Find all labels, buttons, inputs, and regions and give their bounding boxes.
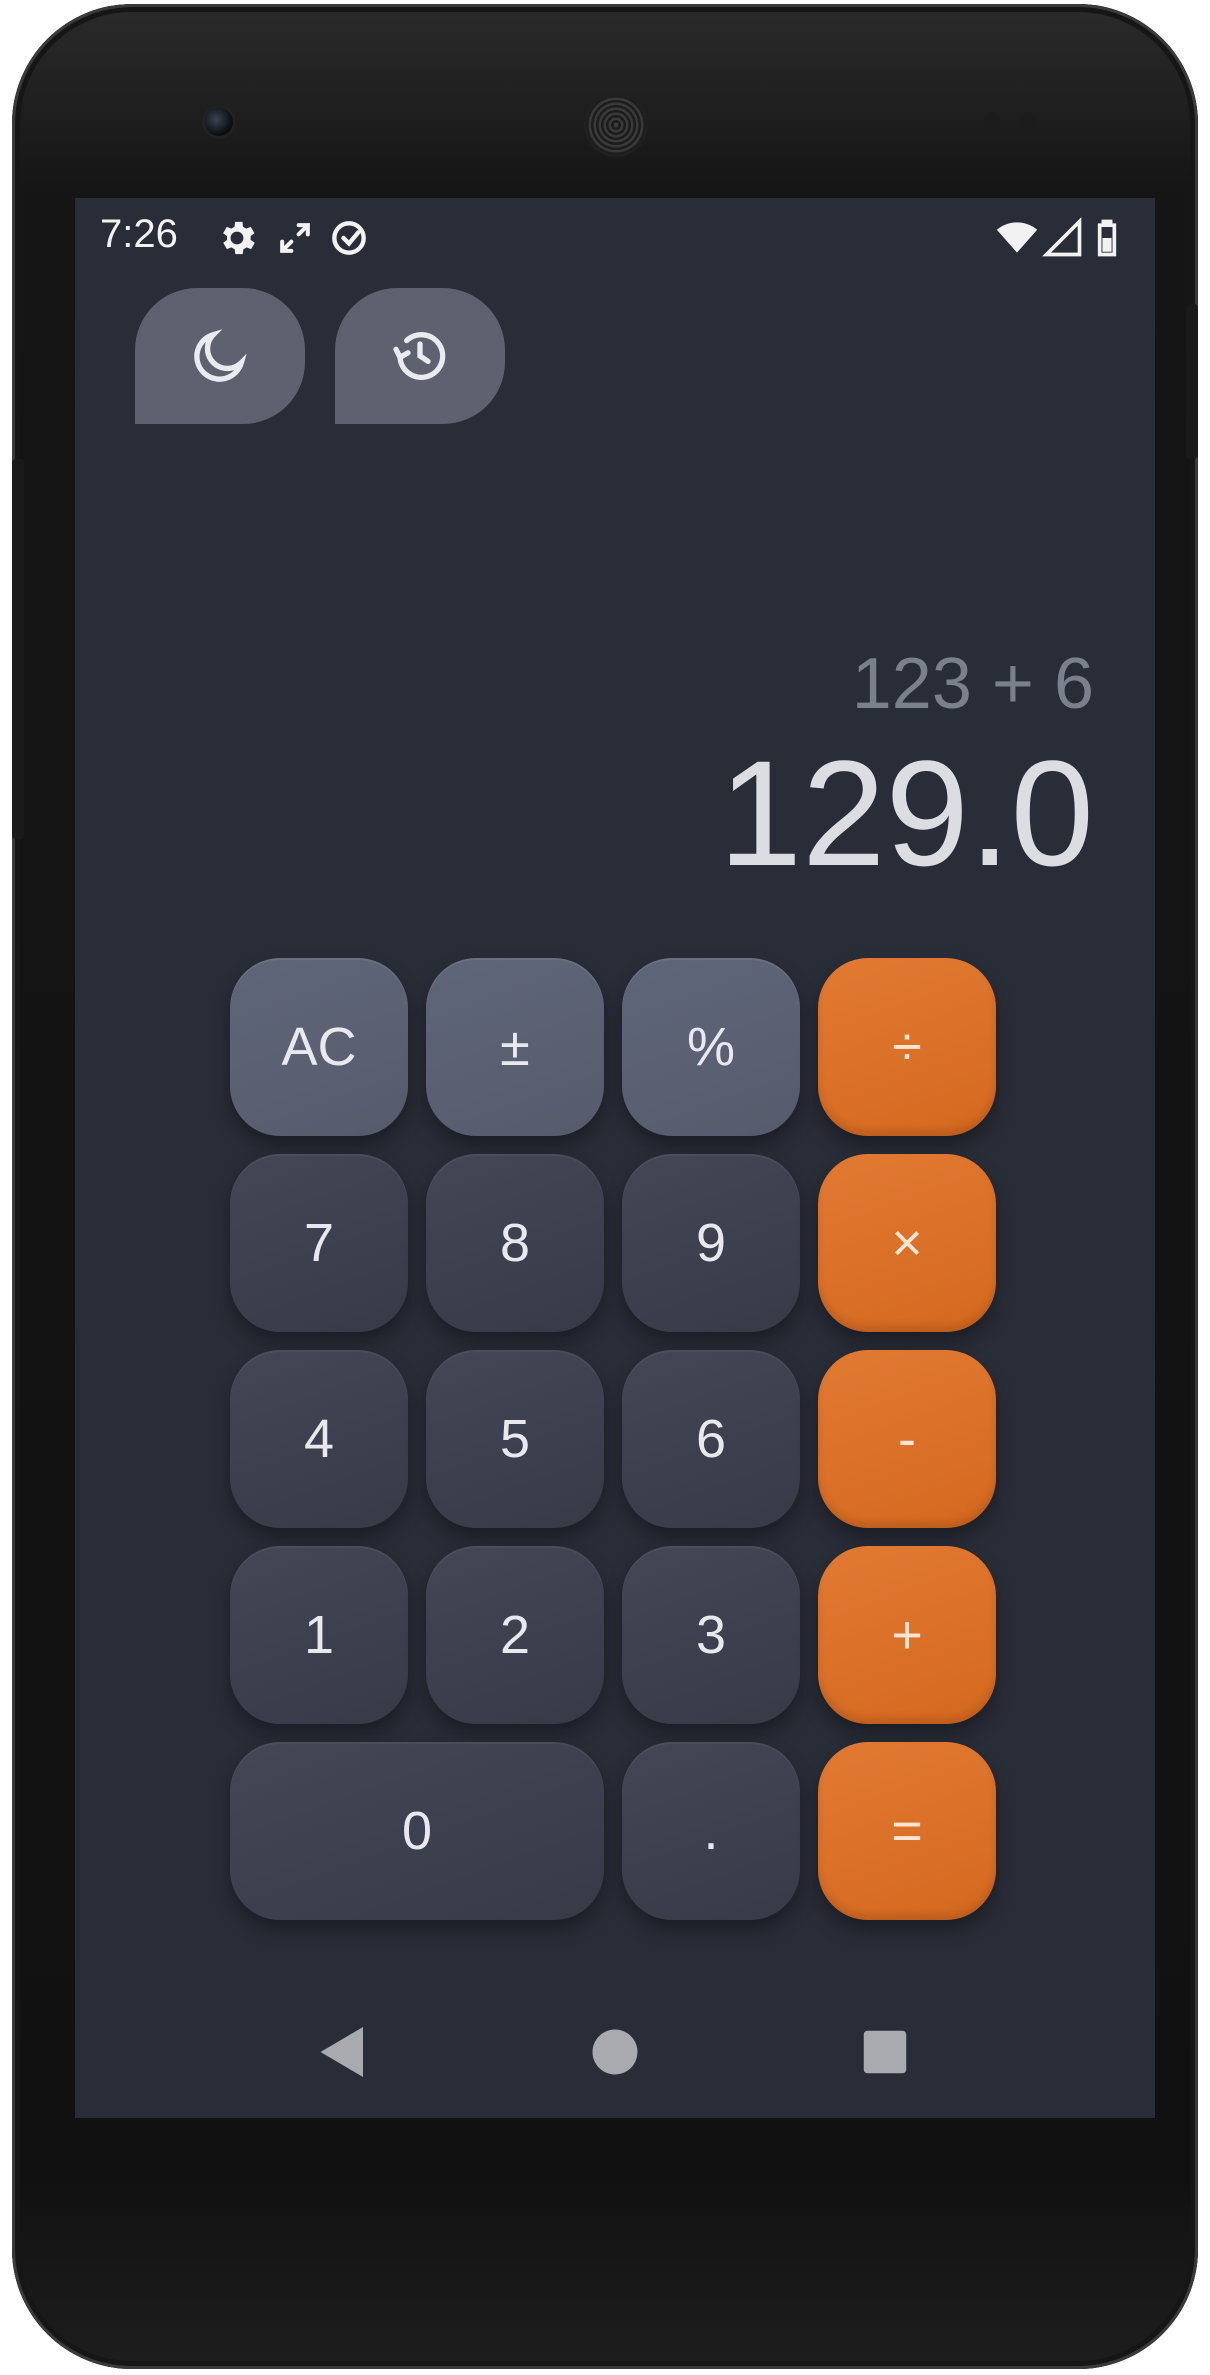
all-clear-key[interactable]: AC <box>230 958 408 1136</box>
front-camera <box>205 108 233 136</box>
back-triangle-icon[interactable] <box>313 2022 373 2082</box>
digit-4-key[interactable]: 4 <box>230 1350 408 1528</box>
percent-key[interactable]: % <box>622 958 800 1136</box>
navigation-bar <box>75 1986 1155 2118</box>
add-key[interactable]: + <box>818 1546 996 1724</box>
digit-3-key[interactable]: 3 <box>622 1546 800 1724</box>
digit-5-key[interactable]: 5 <box>426 1350 604 1528</box>
status-time: 7:26 <box>100 212 178 256</box>
proximity-sensor <box>984 112 1000 128</box>
moon-icon <box>188 324 252 388</box>
history-button[interactable] <box>335 288 505 424</box>
earpiece-speaker <box>587 96 645 154</box>
equals-key[interactable]: = <box>818 1742 996 1920</box>
calculator-screen: 7:26 123 + 6 129.0 AC ± % ÷ 7 8 9 × 4 5 … <box>75 198 1155 2118</box>
digit-7-key[interactable]: 7 <box>230 1154 408 1332</box>
device-frame-stage: 7:26 123 + 6 129.0 AC ± % ÷ 7 8 9 × 4 5 … <box>0 0 1210 2375</box>
volume-button <box>12 459 24 839</box>
keypad: AC ± % ÷ 7 8 9 × 4 5 6 - 1 2 3 + 0 . = <box>230 958 1000 1928</box>
power-button <box>1186 304 1198 459</box>
theme-toggle-button[interactable] <box>135 288 305 424</box>
recents-square-icon[interactable] <box>855 2022 915 2082</box>
light-sensor <box>1020 112 1036 128</box>
divide-key[interactable]: ÷ <box>818 958 996 1136</box>
gear-icon <box>215 216 259 260</box>
expand-arrows-icon <box>273 216 317 260</box>
multiply-key[interactable]: × <box>818 1154 996 1332</box>
status-bar: 7:26 <box>75 198 1155 282</box>
cell-signal-icon <box>1041 216 1085 260</box>
plus-minus-key[interactable]: ± <box>426 958 604 1136</box>
digit-2-key[interactable]: 2 <box>426 1546 604 1724</box>
home-circle-icon[interactable] <box>585 2022 645 2082</box>
history-icon <box>388 324 452 388</box>
expression-display: 123 + 6 <box>851 644 1094 724</box>
wifi-icon <box>995 216 1039 260</box>
decimal-key[interactable]: . <box>622 1742 800 1920</box>
digit-8-key[interactable]: 8 <box>426 1154 604 1332</box>
result-display: 129.0 <box>718 729 1094 897</box>
battery-icon <box>1085 216 1129 260</box>
digit-0-key[interactable]: 0 <box>230 1742 604 1920</box>
digit-9-key[interactable]: 9 <box>622 1154 800 1332</box>
digit-1-key[interactable]: 1 <box>230 1546 408 1724</box>
phone-body: 7:26 123 + 6 129.0 AC ± % ÷ 7 8 9 × 4 5 … <box>12 4 1198 2369</box>
digit-6-key[interactable]: 6 <box>622 1350 800 1528</box>
subtract-key[interactable]: - <box>818 1350 996 1528</box>
data-saver-icon <box>327 216 371 260</box>
